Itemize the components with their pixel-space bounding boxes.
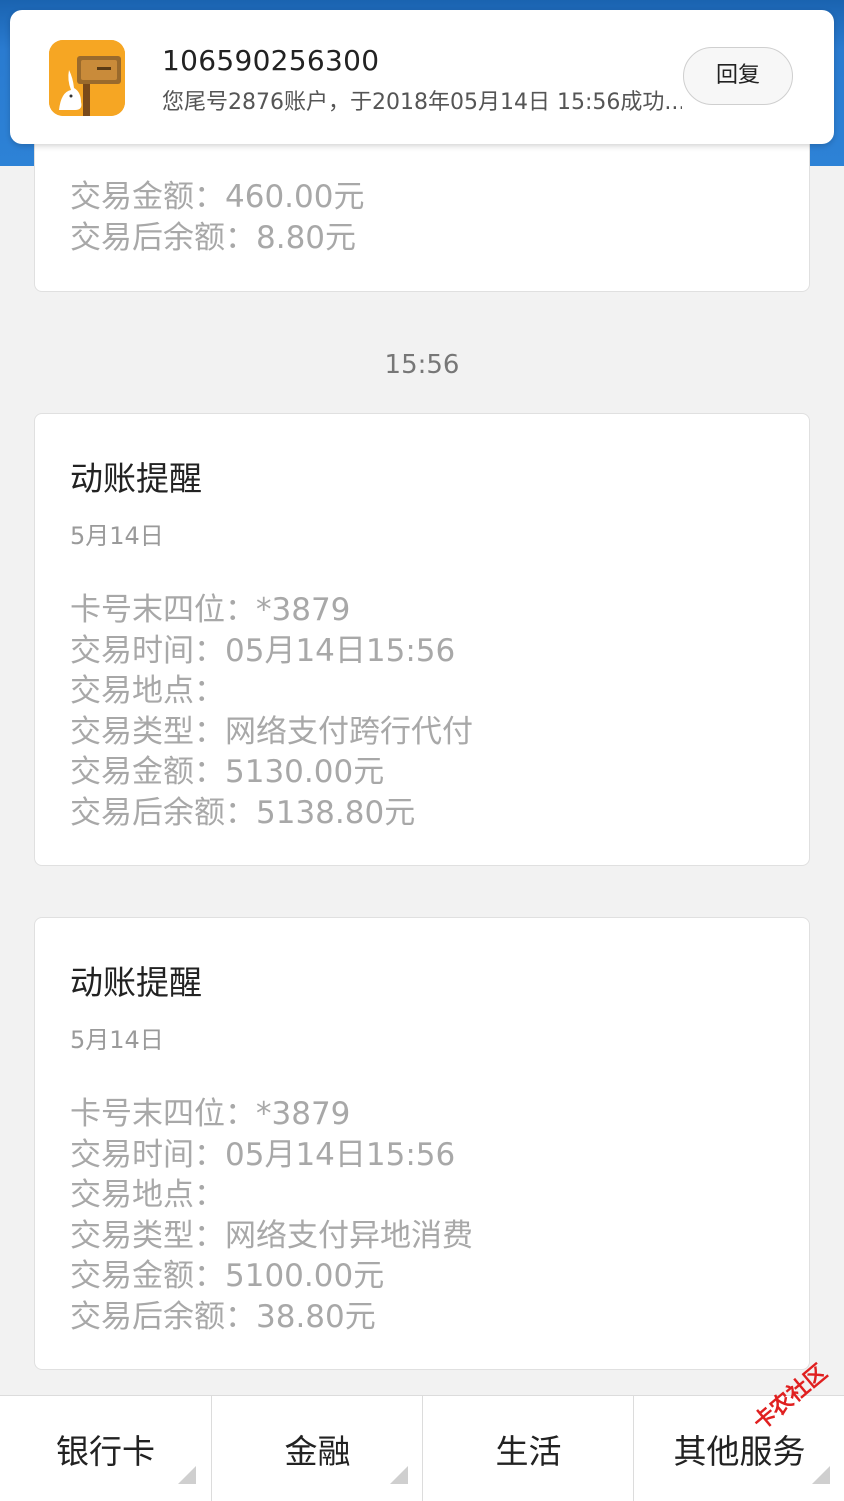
transaction-type: 交易类型：网络支付异地消费 bbox=[70, 1218, 473, 1254]
notification-banner[interactable]: 106590256300 您尾号2876账户，于2018年05月14日 15:5… bbox=[10, 10, 834, 144]
timestamp-divider: 15:56 bbox=[384, 350, 460, 380]
menu-label: 金融 bbox=[284, 1431, 351, 1471]
sender-number: 106590256300 bbox=[162, 44, 380, 77]
card-number: 卡号末四位：*3879 bbox=[70, 1096, 351, 1132]
submenu-indicator-icon bbox=[812, 1466, 830, 1484]
message-card-partial: 交易金额：460.00元 交易后余额：8.80元 bbox=[34, 120, 810, 292]
message-card[interactable]: 动账提醒 5月14日 卡号末四位：*3879 交易时间：05月14日15:56 … bbox=[34, 917, 810, 1370]
transaction-time: 交易时间：05月14日15:56 bbox=[70, 633, 456, 669]
menu-other-services[interactable]: 其他服务 bbox=[633, 1396, 844, 1501]
menu-label: 银行卡 bbox=[56, 1431, 155, 1471]
balance-after: 交易后余额：5138.80元 bbox=[70, 795, 416, 831]
menu-label: 生活 bbox=[495, 1431, 562, 1471]
card-number: 卡号末四位：*3879 bbox=[70, 592, 351, 628]
menu-label: 其他服务 bbox=[673, 1431, 806, 1471]
menu-finance[interactable]: 金融 bbox=[211, 1396, 423, 1501]
transaction-time: 交易时间：05月14日15:56 bbox=[70, 1137, 456, 1173]
menu-life[interactable]: 生活 bbox=[422, 1396, 634, 1501]
bank-mailbox-rabbit-icon bbox=[49, 40, 125, 116]
bottom-menu: 银行卡 金融 生活 其他服务 bbox=[0, 1395, 844, 1501]
card-date: 5月14日 bbox=[70, 1026, 164, 1054]
submenu-indicator-icon bbox=[390, 1466, 408, 1484]
card-title: 动账提醒 bbox=[70, 459, 202, 498]
transaction-type: 交易类型：网络支付跨行代付 bbox=[70, 714, 473, 750]
balance-after: 交易后余额：8.80元 bbox=[70, 220, 357, 256]
transaction-place: 交易地点： bbox=[70, 673, 225, 709]
transaction-amount: 交易金额：5100.00元 bbox=[70, 1258, 385, 1294]
transaction-amount: 交易金额：460.00元 bbox=[70, 179, 365, 215]
balance-after: 交易后余额：38.80元 bbox=[70, 1299, 376, 1335]
transaction-amount: 交易金额：5130.00元 bbox=[70, 754, 385, 790]
message-preview: 您尾号2876账户，于2018年05月14日 15:56成功... bbox=[162, 90, 682, 115]
message-card[interactable]: 动账提醒 5月14日 卡号末四位：*3879 交易时间：05月14日15:56 … bbox=[34, 413, 810, 866]
card-title: 动账提醒 bbox=[70, 963, 202, 1002]
reply-button[interactable]: 回复 bbox=[683, 47, 793, 105]
menu-bank-card[interactable]: 银行卡 bbox=[0, 1396, 211, 1501]
card-date: 5月14日 bbox=[70, 522, 164, 550]
submenu-indicator-icon bbox=[178, 1466, 196, 1484]
transaction-place: 交易地点： bbox=[70, 1177, 225, 1213]
